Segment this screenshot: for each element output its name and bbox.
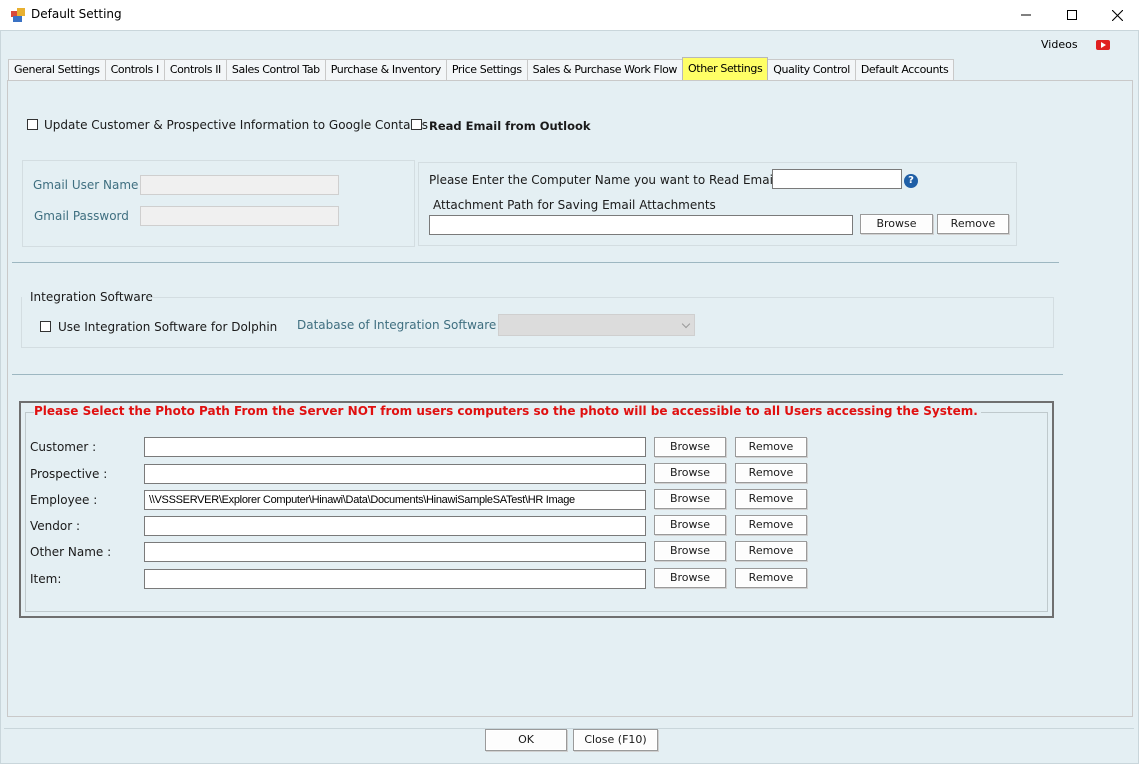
item-path-label: Item: xyxy=(30,572,62,586)
item-remove-button[interactable]: Remove xyxy=(735,568,807,588)
integration-database-select[interactable] xyxy=(498,314,695,336)
tab-price-settings[interactable]: Price Settings xyxy=(445,59,528,80)
use-integration-checkbox[interactable] xyxy=(40,321,51,332)
tab-other-settings[interactable]: Other Settings xyxy=(682,57,769,80)
prospective-path-input[interactable] xyxy=(144,464,646,484)
app-window-icon xyxy=(11,8,25,22)
other-name-browse-button[interactable]: Browse xyxy=(654,541,726,561)
gmail-user-input[interactable] xyxy=(140,175,339,195)
separator-2 xyxy=(12,374,1063,375)
prospective-path-label: Prospective : xyxy=(30,467,108,481)
help-icon[interactable]: ? xyxy=(904,174,918,188)
tab-purchase-inventory[interactable]: Purchase & Inventory xyxy=(324,59,447,80)
customer-path-input[interactable] xyxy=(144,437,646,457)
settings-tabs: General Settings Controls I Controls II … xyxy=(8,57,955,80)
read-email-outlook-label: Read Email from Outlook xyxy=(429,119,591,133)
integration-group-top-border xyxy=(148,297,1054,298)
computer-name-input[interactable] xyxy=(772,169,902,189)
ok-button[interactable]: OK xyxy=(485,729,567,751)
gmail-user-label: Gmail User Name xyxy=(33,178,139,192)
attachment-browse-button[interactable]: Browse xyxy=(860,214,933,234)
minimize-icon xyxy=(1021,14,1031,16)
vendor-path-label: Vendor : xyxy=(30,519,81,533)
tab-controls-ii[interactable]: Controls II xyxy=(163,59,227,80)
gmail-password-input[interactable] xyxy=(140,206,339,226)
vendor-browse-button[interactable]: Browse xyxy=(654,515,726,535)
tab-sales-purchase-work-flow[interactable]: Sales & Purchase Work Flow xyxy=(526,59,684,80)
vendor-remove-button[interactable]: Remove xyxy=(735,515,807,535)
employee-remove-button[interactable]: Remove xyxy=(735,489,807,509)
vendor-path-input[interactable] xyxy=(144,516,646,536)
tab-quality-control[interactable]: Quality Control xyxy=(767,59,856,80)
chevron-down-icon xyxy=(681,319,691,329)
other-name-remove-button[interactable]: Remove xyxy=(735,541,807,561)
gmail-password-label: Gmail Password xyxy=(34,209,129,223)
prospective-remove-button[interactable]: Remove xyxy=(735,463,807,483)
close-icon xyxy=(1111,9,1123,21)
maximize-icon xyxy=(1067,10,1077,20)
customer-browse-button[interactable]: Browse xyxy=(654,437,726,457)
employee-path-input[interactable]: \\VSSSERVER\Explorer Computer\Hinawi\Dat… xyxy=(144,490,646,510)
attachment-path-input[interactable] xyxy=(429,215,853,235)
separator-1 xyxy=(12,262,1059,263)
youtube-icon[interactable] xyxy=(1096,40,1110,50)
attachment-remove-button[interactable]: Remove xyxy=(937,214,1009,234)
employee-path-label: Employee : xyxy=(30,493,98,507)
minimize-button[interactable] xyxy=(1003,0,1049,30)
close-button[interactable]: Close (F10) xyxy=(573,729,658,751)
gmail-group xyxy=(22,160,415,247)
title-bar: Default Setting xyxy=(0,0,1139,30)
videos-link[interactable]: Videos xyxy=(1041,38,1078,51)
item-browse-button[interactable]: Browse xyxy=(654,568,726,588)
tab-default-accounts[interactable]: Default Accounts xyxy=(854,59,955,80)
window-title: Default Setting xyxy=(31,7,122,21)
attachment-path-label: Attachment Path for Saving Email Attachm… xyxy=(433,198,716,212)
customer-remove-button[interactable]: Remove xyxy=(735,437,807,457)
maximize-button[interactable] xyxy=(1049,0,1095,30)
other-name-path-input[interactable] xyxy=(144,542,646,562)
integration-database-label: Database of Integration Software xyxy=(297,318,497,332)
customer-path-label: Customer : xyxy=(30,440,97,454)
photo-path-warning: Please Select the Photo Path From the Se… xyxy=(34,404,981,418)
read-email-outlook-checkbox[interactable] xyxy=(411,119,422,130)
other-name-path-label: Other Name : xyxy=(30,545,112,559)
item-path-input[interactable] xyxy=(144,569,646,589)
employee-browse-button[interactable]: Browse xyxy=(654,489,726,509)
tab-general-settings[interactable]: General Settings xyxy=(8,59,106,80)
use-integration-label: Use Integration Software for Dolphin xyxy=(58,320,278,334)
computer-name-label: Please Enter the Computer Name you want … xyxy=(429,173,777,187)
prospective-browse-button[interactable]: Browse xyxy=(654,463,726,483)
tab-controls-i[interactable]: Controls I xyxy=(104,59,165,80)
close-window-button[interactable] xyxy=(1094,0,1139,30)
footer-bar xyxy=(4,728,1134,759)
update-google-contacts-checkbox[interactable] xyxy=(27,119,38,130)
tab-sales-control[interactable]: Sales Control Tab xyxy=(225,59,326,80)
update-google-contacts-label: Update Customer & Prospective Informatio… xyxy=(44,118,428,132)
